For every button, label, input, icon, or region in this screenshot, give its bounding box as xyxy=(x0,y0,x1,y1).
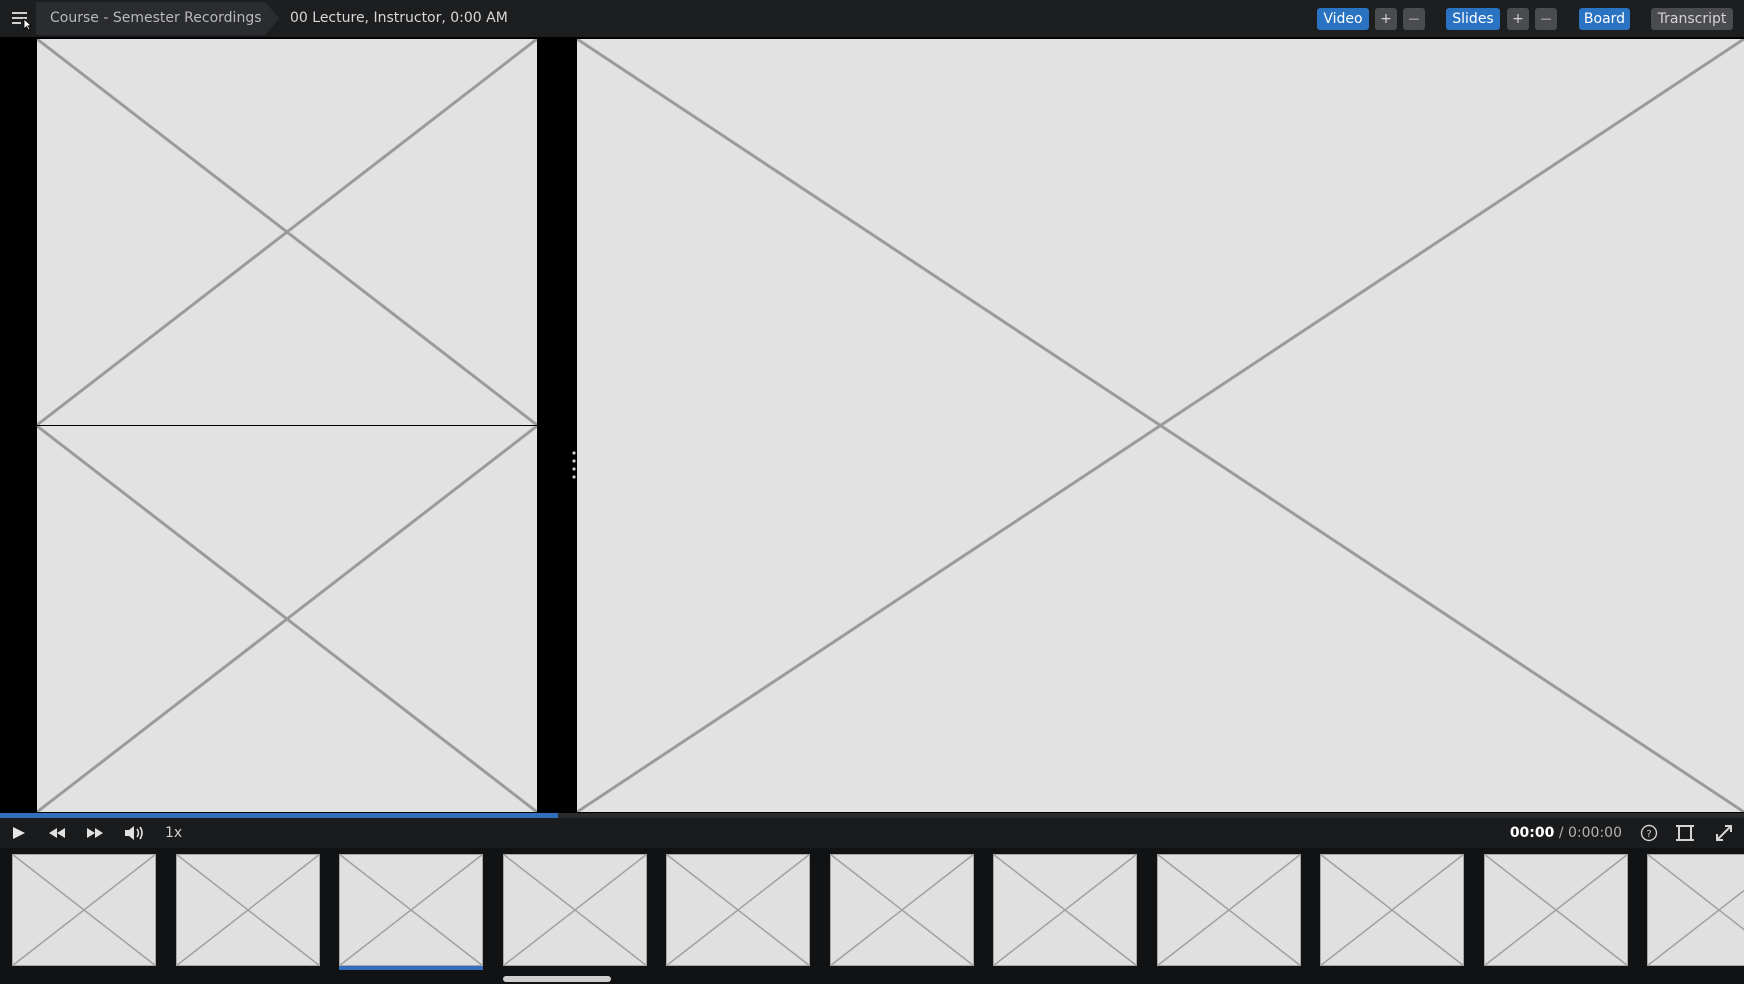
layout-icon[interactable] xyxy=(1674,822,1696,844)
slide-thumbnail[interactable] xyxy=(12,854,156,966)
video-button[interactable]: Video xyxy=(1317,8,1369,30)
slide-thumbnail[interactable] xyxy=(666,854,810,966)
volume-icon[interactable] xyxy=(122,822,146,844)
rewind-icon[interactable] xyxy=(46,822,68,844)
course-breadcrumb[interactable]: Course - Semester Recordings xyxy=(36,2,280,35)
video-zoom-out-button[interactable]: — xyxy=(1403,8,1425,30)
thumbnail-strip xyxy=(0,848,1744,984)
slide-thumbnail[interactable] xyxy=(502,854,647,966)
video-placeholder-top[interactable] xyxy=(37,39,537,425)
help-icon[interactable]: ? xyxy=(1639,822,1659,844)
slide-thumbnail[interactable] xyxy=(339,854,483,970)
lecture-title: 00 Lecture, Instructor, 0:00 AM xyxy=(290,10,508,26)
slide-thumbnail[interactable] xyxy=(1483,854,1628,966)
slides-button[interactable]: Slides xyxy=(1446,8,1500,30)
duration: 0:00:00 xyxy=(1568,825,1622,841)
fast-forward-icon[interactable] xyxy=(84,822,106,844)
video-placeholder-bottom[interactable] xyxy=(37,426,537,812)
player-controls: 1x 00:00 / 0:00:00 ? xyxy=(0,818,1744,848)
slide-thumbnail[interactable] xyxy=(1156,854,1301,966)
slide-thumbnail[interactable] xyxy=(829,854,974,966)
slide-thumbnail[interactable] xyxy=(993,854,1137,966)
board-button[interactable]: Board xyxy=(1579,8,1630,30)
play-icon[interactable] xyxy=(10,822,30,844)
fullscreen-icon[interactable] xyxy=(1713,822,1735,844)
selected-thumbnail-indicator xyxy=(339,966,483,970)
time-display: 00:00 / 0:00:00 xyxy=(1510,822,1622,844)
thumbnail-scrollbar[interactable] xyxy=(503,976,611,982)
playback-speed[interactable]: 1x xyxy=(165,822,182,844)
transcript-button[interactable]: Transcript xyxy=(1651,8,1733,30)
slides-placeholder[interactable] xyxy=(577,39,1744,812)
current-time: 00:00 xyxy=(1509,825,1555,841)
slide-thumbnail[interactable] xyxy=(1647,854,1744,966)
video-zoom-in-button[interactable]: + xyxy=(1375,8,1397,30)
slides-zoom-in-button[interactable]: + xyxy=(1507,8,1529,30)
menu-icon[interactable] xyxy=(8,7,32,31)
top-bar: Course - Semester Recordings 00 Lecture,… xyxy=(0,0,1744,37)
main-view xyxy=(0,37,1744,815)
svg-text:?: ? xyxy=(1646,829,1651,840)
panel-resize-handle[interactable] xyxy=(572,449,576,485)
slides-zoom-out-button[interactable]: — xyxy=(1535,8,1557,30)
slide-thumbnail[interactable] xyxy=(1320,854,1464,966)
time-separator: / xyxy=(1558,825,1564,841)
slide-thumbnail[interactable] xyxy=(175,854,320,966)
